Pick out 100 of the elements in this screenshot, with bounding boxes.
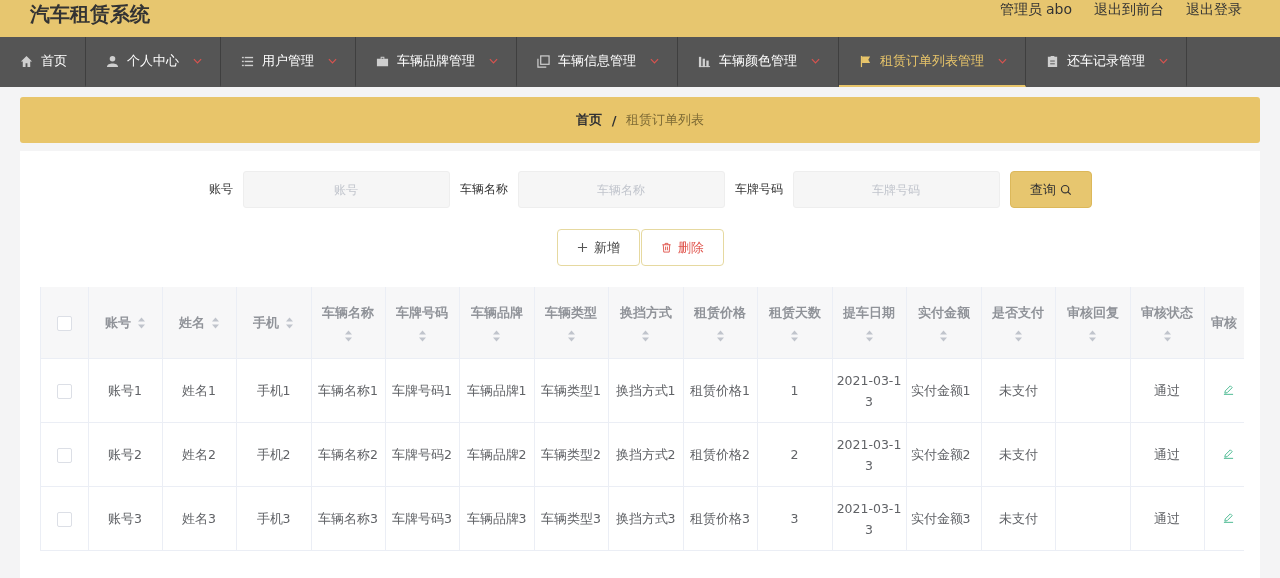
table-cell: 通过 bbox=[1154, 511, 1180, 526]
table-cell: 未支付 bbox=[998, 447, 1038, 462]
field-label: 账号 bbox=[208, 181, 233, 198]
column-header[interactable]: 提车日期 bbox=[843, 303, 895, 322]
field-label: 车辆名称 bbox=[459, 181, 508, 198]
caret-icon bbox=[489, 58, 498, 64]
nav-item[interactable]: 个人中心 bbox=[86, 37, 221, 87]
breadcrumb-separator: / bbox=[611, 112, 617, 128]
sort-icon[interactable] bbox=[285, 316, 294, 329]
caret-icon bbox=[1159, 58, 1168, 64]
sort-icon[interactable] bbox=[864, 329, 874, 342]
table-cell: 未支付 bbox=[998, 383, 1038, 398]
sort-icon[interactable] bbox=[492, 329, 501, 342]
home-icon bbox=[20, 54, 33, 68]
search-icon bbox=[1059, 183, 1072, 196]
table-cell: 2021-03-13 bbox=[836, 372, 902, 409]
column-header[interactable]: 租赁价格 bbox=[694, 303, 746, 322]
column-header[interactable]: 车辆品牌 bbox=[470, 303, 523, 322]
column-header[interactable]: 账号 bbox=[104, 313, 131, 332]
table-cell: 通过 bbox=[1154, 383, 1180, 398]
pencil-icon[interactable] bbox=[1222, 384, 1234, 395]
caret-icon bbox=[193, 58, 202, 64]
bars-icon bbox=[698, 54, 711, 68]
nav-item[interactable]: 车辆品牌管理 bbox=[356, 37, 517, 87]
sort-icon[interactable] bbox=[1013, 329, 1023, 342]
nav-item[interactable]: 车辆颜色管理 bbox=[678, 37, 839, 87]
sort-icon[interactable] bbox=[566, 329, 576, 342]
column-header[interactable]: 实付金额 bbox=[917, 303, 970, 322]
nav-item[interactable]: 车辆信息管理 bbox=[517, 37, 678, 87]
app-title: 汽车租赁系统 bbox=[30, 2, 150, 26]
table-cell: 实付金额2 bbox=[910, 447, 971, 462]
column-header[interactable]: 审核 bbox=[1210, 313, 1237, 332]
table-cell: 租赁价格2 bbox=[690, 447, 750, 462]
column-header[interactable]: 车辆类型 bbox=[545, 303, 597, 322]
add-button[interactable]: 新增 bbox=[556, 229, 640, 266]
table-cell: 手机3 bbox=[256, 511, 291, 526]
row-checkbox[interactable] bbox=[56, 512, 72, 527]
table-cell: 账号2 bbox=[108, 447, 142, 462]
table-cell: 姓名3 bbox=[182, 511, 216, 526]
sort-icon[interactable] bbox=[715, 329, 725, 342]
table-cell: 2 bbox=[790, 447, 799, 462]
select-all-checkbox[interactable] bbox=[56, 315, 72, 331]
user-icon bbox=[106, 54, 119, 68]
table-cell: 车辆类型3 bbox=[541, 511, 601, 526]
sort-icon[interactable] bbox=[1088, 329, 1097, 342]
table-cell: 未支付 bbox=[998, 511, 1038, 526]
row-checkbox[interactable] bbox=[56, 448, 72, 463]
list-icon bbox=[241, 54, 254, 68]
nav-item[interactable]: 还车记录管理 bbox=[1026, 37, 1187, 87]
breadcrumb-link[interactable]: 首页 bbox=[575, 111, 602, 129]
sort-icon[interactable] bbox=[210, 316, 220, 329]
delete-button[interactable]: 删除 bbox=[640, 229, 724, 266]
search-button[interactable]: 查询 bbox=[1009, 171, 1092, 208]
row-checkbox[interactable] bbox=[56, 384, 72, 399]
pencil-icon[interactable] bbox=[1222, 448, 1234, 459]
column-header[interactable]: 换挡方式 bbox=[619, 303, 672, 322]
header-link[interactable]: 退出登录 bbox=[1186, 0, 1242, 18]
nav-item[interactable]: 用户管理 bbox=[221, 37, 356, 87]
caret-icon bbox=[650, 58, 659, 64]
column-header[interactable]: 手机 bbox=[253, 313, 279, 332]
column-header[interactable]: 审核状态 bbox=[1141, 303, 1193, 322]
column-header[interactable]: 是否支付 bbox=[992, 303, 1044, 322]
table-cell: 1 bbox=[790, 383, 799, 398]
table-cell: 换挡方式1 bbox=[615, 383, 676, 398]
table-cell: 车辆类型2 bbox=[541, 447, 601, 462]
caret-icon bbox=[998, 58, 1007, 64]
header-link[interactable]: 退出到前台 bbox=[1094, 0, 1164, 18]
sort-icon[interactable] bbox=[641, 329, 650, 342]
table-cell: 2021-03-13 bbox=[836, 500, 902, 537]
column-header[interactable]: 租赁天数 bbox=[768, 303, 821, 322]
column-header[interactable]: 姓名 bbox=[178, 313, 205, 332]
table-cell: 车辆名称2 bbox=[318, 447, 378, 462]
flag-icon bbox=[859, 54, 872, 68]
caret-icon bbox=[328, 58, 337, 64]
table-cell: 姓名1 bbox=[182, 383, 216, 398]
sort-icon[interactable] bbox=[136, 316, 146, 329]
table-cell: 租赁价格1 bbox=[690, 383, 750, 398]
plus-icon bbox=[576, 242, 588, 253]
clipboard-icon bbox=[1046, 54, 1059, 68]
nav-item[interactable]: 首页 bbox=[0, 37, 86, 87]
table-cell: 车辆名称3 bbox=[318, 511, 378, 526]
sort-icon[interactable] bbox=[790, 329, 799, 342]
user-label: 管理员 abo bbox=[999, 0, 1072, 18]
sort-icon[interactable] bbox=[417, 329, 427, 342]
table-cell: 手机1 bbox=[256, 383, 291, 398]
column-header[interactable]: 车牌号码 bbox=[396, 303, 448, 322]
pencil-icon[interactable] bbox=[1222, 512, 1234, 523]
sort-icon[interactable] bbox=[939, 329, 948, 342]
sort-icon[interactable] bbox=[343, 329, 353, 342]
table-cell: 车辆品牌1 bbox=[466, 383, 527, 398]
table-cell: 车辆类型1 bbox=[541, 383, 601, 398]
column-header[interactable]: 车辆名称 bbox=[322, 303, 374, 322]
trash-icon bbox=[660, 242, 672, 253]
copy-icon bbox=[537, 54, 550, 68]
column-header[interactable]: 审核回复 bbox=[1066, 303, 1119, 322]
briefcase-icon bbox=[376, 54, 389, 68]
sort-icon[interactable] bbox=[1162, 329, 1172, 342]
table-cell: 车牌号码1 bbox=[392, 383, 452, 398]
nav-item[interactable]: 租赁订单列表管理 bbox=[839, 37, 1026, 87]
table-cell: 3 bbox=[790, 511, 799, 526]
